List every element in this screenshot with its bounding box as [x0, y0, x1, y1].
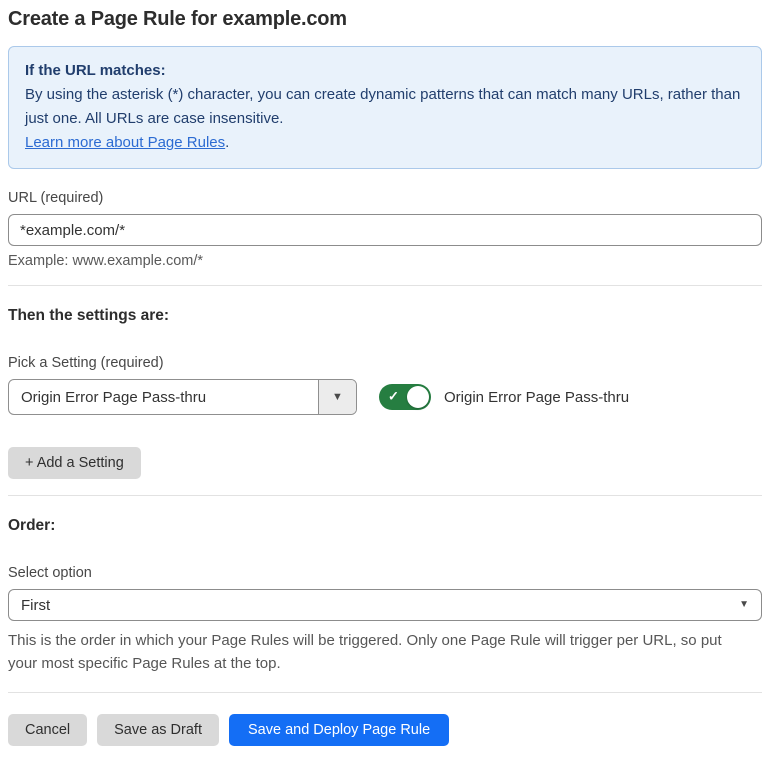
url-section: URL (required) Example: www.example.com/…: [8, 190, 762, 269]
info-box-body: By using the asterisk (*) character, you…: [25, 86, 741, 127]
divider: [8, 285, 762, 286]
setting-dropdown[interactable]: Origin Error Page Pass-thru ▼: [8, 379, 357, 415]
order-select-value: First: [21, 596, 51, 614]
setting-toggle-label: Origin Error Page Pass-thru: [444, 388, 630, 406]
url-label: URL (required): [8, 190, 104, 206]
page-title: Create a Page Rule for example.com: [8, 8, 347, 30]
order-helper-text: This is the order in which your Page Rul…: [8, 632, 722, 673]
divider: [8, 691, 762, 693]
check-icon: ✓: [388, 388, 399, 404]
settings-heading: Then the settings are:: [8, 307, 170, 324]
divider: [8, 495, 762, 496]
info-box-link-line: Learn more about Page Rules.: [25, 131, 745, 155]
url-match-info-box: If the URL matches: By using the asteris…: [8, 46, 762, 169]
order-section: Order: Select option First ▼ This is the…: [8, 517, 762, 676]
info-box-heading: If the URL matches:: [25, 62, 166, 79]
select-caret-down-icon: ▼: [739, 599, 749, 610]
save-and-deploy-button[interactable]: Save and Deploy Page Rule: [228, 713, 450, 746]
setting-dropdown-arrow-button[interactable]: ▼: [318, 380, 356, 414]
url-helper-text: Example: www.example.com/*: [8, 253, 204, 269]
url-input[interactable]: [8, 214, 762, 246]
learn-more-link[interactable]: Learn more about Page Rules: [25, 134, 225, 151]
pick-setting-label: Pick a Setting (required): [8, 355, 164, 371]
order-select[interactable]: First ▼: [8, 589, 762, 621]
add-setting-button[interactable]: + Add a Setting: [8, 447, 141, 479]
setting-toggle[interactable]: ✓: [379, 384, 431, 410]
setting-dropdown-value: Origin Error Page Pass-thru: [21, 388, 207, 406]
caret-down-icon: ▼: [332, 390, 343, 403]
toggle-knob: [407, 386, 429, 408]
create-page-rule-form: Create a Page Rule for example.com If th…: [0, 0, 770, 760]
link-suffix: .: [225, 134, 230, 151]
select-option-label: Select option: [8, 565, 92, 581]
order-heading: Order:: [8, 517, 56, 534]
save-as-draft-button[interactable]: Save as Draft: [97, 713, 219, 746]
settings-section: Then the settings are: Pick a Setting (r…: [8, 307, 762, 479]
setting-row: Origin Error Page Pass-thru ▼ ✓ Origin E…: [8, 379, 762, 415]
cancel-button[interactable]: Cancel: [8, 713, 88, 746]
footer-actions: Cancel Save as Draft Save and Deploy Pag…: [8, 713, 762, 746]
